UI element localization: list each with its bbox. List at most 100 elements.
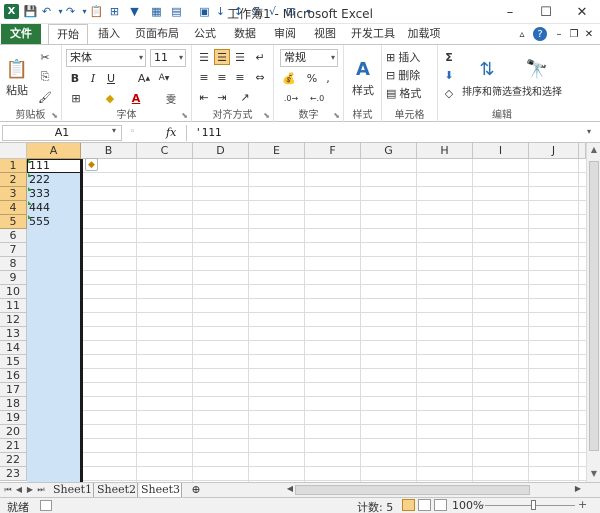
zoom-in-button[interactable]: + <box>578 498 587 511</box>
sort-desc-icon[interactable]: ↕ <box>230 3 247 20</box>
close-button[interactable]: ✕ <box>564 0 600 24</box>
tab-review[interactable]: 审阅 <box>268 24 302 44</box>
row-header-8[interactable]: 8 <box>0 257 27 271</box>
number-launcher-icon[interactable]: ⬊ <box>333 111 340 120</box>
camera-icon[interactable]: ⊡ <box>282 3 299 20</box>
prev-sheet-icon[interactable]: ◀ <box>14 484 24 496</box>
tab-view[interactable]: 视图 <box>308 24 342 44</box>
fill-color-icon[interactable]: ◆ <box>102 91 118 105</box>
sheet-tab-2[interactable]: Sheet2 <box>96 483 138 497</box>
cell-a3[interactable]: 333 <box>27 187 81 201</box>
find-select-button[interactable]: 🔭 查找和选择 <box>512 49 562 105</box>
clipboard-launcher-icon[interactable]: ⬊ <box>51 111 58 120</box>
column-header-g[interactable]: G <box>361 143 417 159</box>
customize-qat-icon[interactable]: ▾ <box>300 3 317 20</box>
column-header-b[interactable]: B <box>81 143 137 159</box>
scroll-right-icon[interactable]: ▶ <box>573 484 583 493</box>
scroll-down-icon[interactable]: ▼ <box>587 467 600 481</box>
underline-button[interactable]: U <box>104 71 118 85</box>
page-break-view-button[interactable] <box>434 499 447 511</box>
doc-minimize-icon[interactable]: – <box>552 27 566 41</box>
scroll-left-icon[interactable]: ◀ <box>285 484 295 493</box>
save-icon[interactable]: 💾 <box>22 3 39 20</box>
percent-button[interactable]: % <box>306 71 318 85</box>
decrease-font-icon[interactable]: A ▼ <box>156 71 172 85</box>
align-center-icon[interactable]: ≡ <box>214 69 230 85</box>
autosum-qat-icon[interactable]: Σ <box>248 3 265 20</box>
increase-indent-icon[interactable]: ⇥ <box>214 89 230 105</box>
italic-button[interactable]: I <box>86 71 100 85</box>
phonetic-icon[interactable]: 雯 <box>162 91 180 106</box>
sort-filter-button[interactable]: ⇅ 排序和筛选 <box>462 49 512 105</box>
maximize-button[interactable]: ☐ <box>528 0 564 24</box>
ribbon-collapse-icon[interactable]: ▵ <box>515 27 529 41</box>
row-header-14[interactable]: 14 <box>0 341 27 355</box>
font-color-icon[interactable]: A <box>128 91 144 105</box>
calculator-icon[interactable]: ▣ <box>196 3 213 20</box>
tab-page-layout[interactable]: 页面布局 <box>132 24 182 44</box>
alignment-launcher-icon[interactable]: ⬊ <box>263 111 270 120</box>
tab-addins[interactable]: 加载项 <box>404 24 444 44</box>
formula-bar-grip-icon[interactable]: ◦ <box>130 127 135 137</box>
form-icon[interactable]: ▤ <box>168 3 185 20</box>
cell-a1[interactable]: 111 <box>27 159 81 173</box>
decrease-indent-icon[interactable]: ⇤ <box>196 89 212 105</box>
worksheet-grid[interactable]: ABCDEFGHIJ 1 2 3 4 5 6 7 8 9 10 11 12 13 14 15 16 17 18 19… <box>0 143 586 482</box>
delete-cells-button[interactable]: ⊟ 删除 <box>386 67 434 83</box>
expand-formula-bar-icon[interactable]: ▾ <box>587 127 591 136</box>
align-right-icon[interactable]: ≡ <box>232 69 248 85</box>
help-icon[interactable]: ? <box>533 27 547 41</box>
sqrt-icon[interactable]: √ <box>264 3 281 20</box>
zoom-slider-thumb[interactable] <box>531 500 536 510</box>
name-box[interactable]: A1 <box>2 125 122 141</box>
cell-a4[interactable]: 444 <box>27 201 81 215</box>
styles-button[interactable]: A 样式 <box>348 49 378 105</box>
column-header-a[interactable]: A <box>27 143 81 159</box>
zoom-slider-track[interactable] <box>485 505 575 506</box>
tab-insert[interactable]: 插入 <box>92 24 126 44</box>
row-header-7[interactable]: 7 <box>0 243 27 257</box>
column-header-h[interactable]: H <box>417 143 473 159</box>
sort-asc-icon[interactable]: ↓ <box>212 3 229 20</box>
cell-a5[interactable]: 555 <box>27 215 81 229</box>
border-icon[interactable]: ⊞ <box>68 91 84 105</box>
row-header-11[interactable]: 11 <box>0 299 27 313</box>
autosum-button[interactable]: Σ <box>440 49 458 65</box>
font-size-dropdown[interactable]: 11 ▾ <box>150 49 186 67</box>
column-header-d[interactable]: D <box>193 143 249 159</box>
horizontal-scrollbar[interactable]: ◀ ▶ <box>285 484 585 496</box>
tab-developer[interactable]: 开发工具 <box>348 24 398 44</box>
row-header-21[interactable]: 21 <box>0 439 27 453</box>
align-top-icon[interactable]: ☰ <box>196 49 212 65</box>
font-launcher-icon[interactable]: ⬊ <box>181 111 188 120</box>
row-header-19[interactable]: 19 <box>0 411 27 425</box>
font-name-dropdown[interactable]: 宋体 ▾ <box>66 49 146 67</box>
column-header-e[interactable]: E <box>249 143 305 159</box>
row-header-2[interactable]: 2 <box>0 173 27 187</box>
row-header-18[interactable]: 18 <box>0 397 27 411</box>
tab-data[interactable]: 数据 <box>228 24 262 44</box>
formula-input[interactable]: '111 <box>186 125 582 141</box>
cell-a2[interactable]: 222 <box>27 173 81 187</box>
first-sheet-icon[interactable]: ⏮ <box>3 484 13 496</box>
row-header-12[interactable]: 12 <box>0 313 27 327</box>
tab-formulas[interactable]: 公式 <box>188 24 222 44</box>
minimize-button[interactable]: – <box>492 0 528 24</box>
row-header-15[interactable]: 15 <box>0 355 27 369</box>
align-bottom-icon[interactable]: ☰ <box>232 49 248 65</box>
align-middle-icon[interactable]: ☰ <box>214 49 230 65</box>
decrease-decimal-icon[interactable]: ←.0 <box>306 91 328 105</box>
vertical-scroll-thumb[interactable] <box>589 161 599 451</box>
column-header-f[interactable]: F <box>305 143 361 159</box>
tab-file[interactable]: 文件 <box>1 24 41 44</box>
row-header-17[interactable]: 17 <box>0 383 27 397</box>
row-header-20[interactable]: 20 <box>0 425 27 439</box>
column-header-i[interactable]: I <box>473 143 529 159</box>
last-sheet-icon[interactable]: ⏭ <box>36 484 46 496</box>
doc-close-icon[interactable]: ✕ <box>582 27 596 41</box>
sheet-tab-3[interactable]: Sheet3 <box>140 483 182 497</box>
select-all-corner[interactable] <box>0 143 27 159</box>
wrap-text-icon[interactable]: ↵ <box>252 49 268 65</box>
row-header-9[interactable]: 9 <box>0 271 27 285</box>
vertical-scrollbar[interactable]: ▲ ▼ <box>586 143 600 482</box>
